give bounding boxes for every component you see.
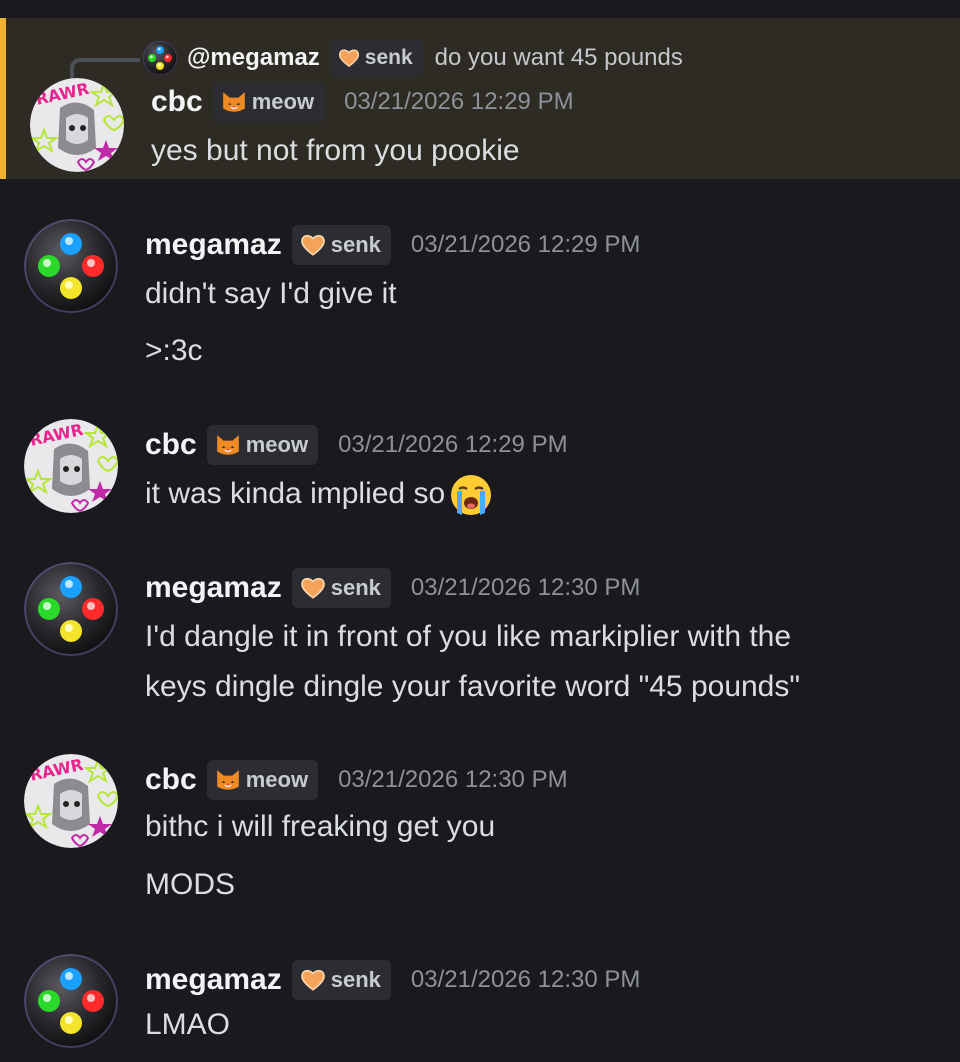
message-text: didn't say I'd give it xyxy=(145,277,397,310)
cat-face-icon xyxy=(221,89,247,115)
message-header: cbc meow 03/21/2026 12:29 PM xyxy=(151,82,574,122)
controller-buttons-avatar[interactable] xyxy=(24,954,118,1048)
role-tag: senk xyxy=(291,960,391,1000)
message-header: megamaz senk 03/21/2026 12:30 PM xyxy=(145,568,640,608)
message-text: >:3c xyxy=(145,334,203,367)
username[interactable]: cbc xyxy=(145,763,197,797)
cat-face-icon xyxy=(215,432,241,458)
timestamp: 03/21/2026 12:30 PM xyxy=(410,574,641,601)
role-tag: meow xyxy=(206,425,319,465)
message-item[interactable]: megamaz senk 03/21/2026 12:30 PM I'd dan… xyxy=(0,548,960,728)
controller-buttons-avatar-small xyxy=(143,41,177,75)
rawr-stars-avatar[interactable] xyxy=(24,419,118,513)
orange-heart-icon xyxy=(300,232,326,258)
orange-heart-icon xyxy=(300,575,326,601)
rawr-stars-avatar[interactable] xyxy=(30,78,124,172)
message-header: megamaz senk 03/21/2026 12:29 PM xyxy=(145,225,640,265)
message-item[interactable]: cbc meow 03/21/2026 12:30 PM bithc i wil… xyxy=(0,740,960,920)
role-tag: meow xyxy=(212,82,325,122)
controller-buttons-avatar[interactable] xyxy=(24,562,118,656)
message-text: LMAO xyxy=(145,1008,231,1041)
message-item[interactable]: @megamaz senk do you want 45 pounds cbc … xyxy=(0,18,960,179)
loudly-crying-face-icon xyxy=(451,475,492,516)
username[interactable]: megamaz xyxy=(145,963,282,997)
role-tag: senk xyxy=(329,40,423,76)
username[interactable]: megamaz xyxy=(145,571,282,605)
username[interactable]: cbc xyxy=(145,428,197,462)
message-text: MODS xyxy=(145,868,235,901)
message-item[interactable]: cbc meow 03/21/2026 12:29 PM it was kind… xyxy=(0,405,960,535)
timestamp: 03/21/2026 12:30 PM xyxy=(338,766,568,793)
message-text: yes but not from you pookie xyxy=(151,134,520,167)
cat-face-icon xyxy=(215,767,241,793)
role-tag: senk xyxy=(291,225,391,265)
role-tag: meow xyxy=(206,760,319,800)
timestamp: 03/21/2026 12:29 PM xyxy=(410,231,641,258)
message-item[interactable]: megamaz senk 03/21/2026 12:30 PM LMAO xyxy=(0,940,960,1062)
message-text: keys dingle dingle your favorite word "4… xyxy=(145,670,801,703)
chat-log: @megamaz senk do you want 45 pounds cbc … xyxy=(0,0,960,1062)
timestamp: 03/21/2026 12:30 PM xyxy=(410,966,641,993)
message-header: cbc meow 03/21/2026 12:30 PM xyxy=(145,760,568,800)
username[interactable]: cbc xyxy=(151,85,203,119)
timestamp: 03/21/2026 12:29 PM xyxy=(338,431,568,458)
role-tag: senk xyxy=(291,568,391,608)
rawr-stars-avatar[interactable] xyxy=(24,754,118,848)
message-header: cbc meow 03/21/2026 12:29 PM xyxy=(145,425,568,465)
message-text: I'd dangle it in front of you like marki… xyxy=(145,620,792,653)
reply-preview[interactable]: @megamaz senk do you want 45 pounds xyxy=(143,40,683,76)
controller-buttons-avatar[interactable] xyxy=(24,219,118,313)
message-text: it was kinda implied so xyxy=(145,471,493,518)
username[interactable]: megamaz xyxy=(145,228,282,262)
orange-heart-icon xyxy=(338,47,360,69)
message-header: megamaz senk 03/21/2026 12:30 PM xyxy=(145,960,640,1000)
message-text: bithc i will freaking get you xyxy=(145,810,496,843)
reply-text: do you want 45 pounds xyxy=(434,44,683,71)
orange-heart-icon xyxy=(300,967,326,993)
timestamp: 03/21/2026 12:29 PM xyxy=(344,88,574,115)
message-item[interactable]: megamaz senk 03/21/2026 12:29 PM didn't … xyxy=(0,205,960,385)
reply-mention[interactable]: @megamaz xyxy=(187,44,320,72)
